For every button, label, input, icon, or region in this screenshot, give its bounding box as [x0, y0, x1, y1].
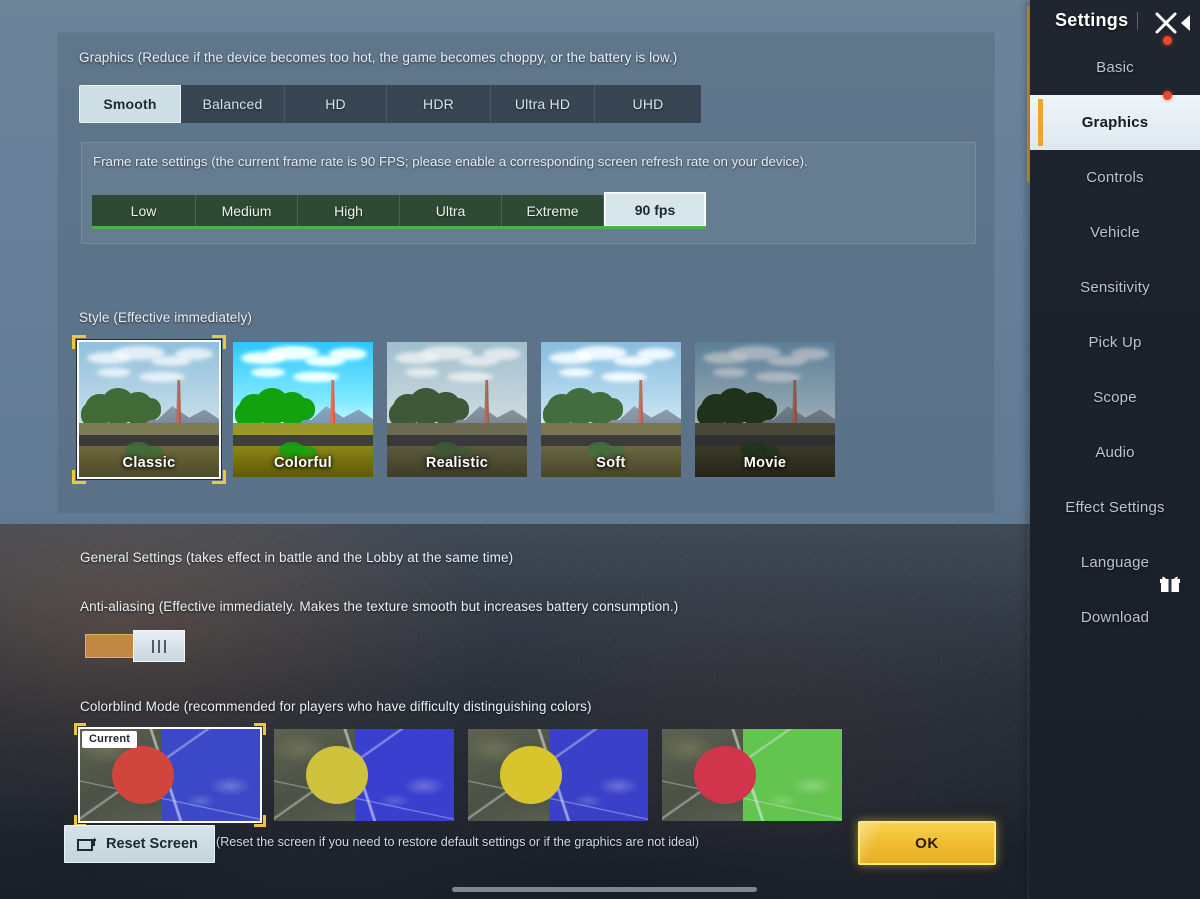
sidebar-item-label: Language	[1080, 554, 1150, 571]
sidebar-item-download[interactable]: Download	[1030, 576, 1200, 645]
quality-option-balanced[interactable]: Balanced	[181, 85, 285, 123]
colorblind-thumbnail[interactable]: Current	[78, 727, 262, 823]
notification-dot-icon	[1163, 36, 1172, 45]
map-zone-circle	[306, 745, 369, 804]
close-x-icon	[1155, 12, 1177, 34]
style-thumbnail[interactable]: Soft	[541, 342, 681, 477]
style-option-colorful[interactable]: Colorful	[233, 342, 373, 477]
style-thumbnail[interactable]: Classic	[77, 340, 221, 479]
style-option-movie[interactable]: Movie	[695, 342, 835, 477]
colorblind-option-3[interactable]	[468, 729, 648, 821]
app-root: Graphics (Reduce if the device becomes t…	[0, 0, 1200, 899]
grip-line-icon	[164, 639, 166, 653]
map-zone-circle	[112, 745, 175, 804]
style-preview-image	[695, 342, 835, 477]
sidebar-item-label: Controls	[1086, 169, 1144, 186]
colorblind-mode-label: Colorblind Mode (recommended for players…	[80, 699, 592, 714]
reset-screen-label: Reset Screen	[106, 836, 198, 852]
sidebar-item-scope[interactable]: Scope	[1030, 370, 1200, 425]
anti-aliasing-toggle[interactable]	[85, 630, 185, 662]
sidebar-item-vehicle[interactable]: Vehicle	[1030, 205, 1200, 260]
colorblind-thumbnail[interactable]	[662, 729, 842, 821]
reset-screen-button[interactable]: Reset Screen	[64, 825, 215, 863]
style-option-realistic[interactable]: Realistic	[387, 342, 527, 477]
reset-screen-icon	[77, 837, 97, 851]
frame-rate-note: Frame rate settings (the current frame r…	[93, 154, 808, 169]
style-thumbnail[interactable]: Movie	[695, 342, 835, 477]
quality-option-hdr[interactable]: HDR	[387, 85, 491, 123]
general-settings-title: General Settings (takes effect in battle…	[80, 550, 514, 565]
sidebar-item-effect-settings[interactable]: Effect Settings	[1030, 480, 1200, 535]
style-thumbnail[interactable]: Realistic	[387, 342, 527, 477]
style-preview-image	[387, 342, 527, 477]
style-thumbnail-row: Classic Colorful Realistic Soft Movie	[72, 335, 835, 484]
anti-aliasing-label: Anti-aliasing (Effective immediately. Ma…	[80, 599, 679, 614]
framerate-option-ultra[interactable]: Ultra	[400, 195, 502, 226]
toggle-knob[interactable]	[133, 630, 185, 662]
colorblind-thumbnail[interactable]	[468, 729, 648, 821]
sidebar-item-label: Audio	[1095, 444, 1135, 461]
reset-screen-note: (Reset the screen if you need to restore…	[216, 835, 700, 849]
sidebar-item-label: Basic	[1096, 59, 1134, 76]
style-preview-image	[541, 342, 681, 477]
style-preview-image	[79, 342, 219, 477]
colorblind-option-2[interactable]	[274, 729, 454, 821]
sidebar-item-label: Sensitivity	[1080, 279, 1150, 296]
current-badge: Current	[82, 731, 138, 748]
horizontal-scroll-indicator[interactable]	[452, 887, 757, 892]
graphics-quality-selector[interactable]: Smooth Balanced HD HDR Ultra HD UHD	[79, 85, 701, 123]
framerate-option-90-fps[interactable]: 90 fps	[604, 192, 706, 226]
frame-rate-panel: Frame rate settings (the current frame r…	[81, 142, 976, 244]
ok-button[interactable]: OK	[858, 821, 996, 865]
sidebar-item-label: Pick Up	[1088, 334, 1142, 351]
close-settings-button[interactable]	[1153, 10, 1192, 36]
notification-dot-icon	[1163, 91, 1172, 100]
graphics-section-label: Graphics (Reduce if the device becomes t…	[79, 50, 678, 65]
sidebar-item-basic[interactable]: Basic	[1030, 36, 1200, 95]
style-preview-image	[233, 342, 373, 477]
sidebar-item-label: Effect Settings	[1065, 499, 1165, 516]
settings-sidebar: Settings Basic Graphics Controls Vehicle Sen…	[1030, 0, 1200, 899]
sidebar-item-label: Graphics	[1081, 114, 1149, 131]
graphics-card: Graphics (Reduce if the device becomes t…	[57, 32, 995, 514]
sidebar-item-label: Scope	[1093, 389, 1137, 406]
sidebar-item-sensitivity[interactable]: Sensitivity	[1030, 260, 1200, 315]
map-zone-circle	[500, 745, 563, 804]
collapse-left-arrow-icon	[1181, 15, 1190, 31]
sidebar-header: Settings	[1030, 0, 1200, 40]
grip-line-icon	[152, 639, 154, 653]
sidebar-item-audio[interactable]: Audio	[1030, 425, 1200, 480]
quality-option-ultra-hd[interactable]: Ultra HD	[491, 85, 595, 123]
sidebar-item-graphics[interactable]: Graphics	[1030, 91, 1200, 150]
grip-line-icon	[158, 639, 160, 653]
colorblind-option-4[interactable]	[662, 729, 842, 821]
gift-icon	[1160, 575, 1180, 593]
sidebar-item-controls[interactable]: Controls	[1030, 150, 1200, 205]
style-option-classic[interactable]: Classic	[72, 335, 226, 484]
quality-option-hd[interactable]: HD	[285, 85, 387, 123]
sidebar-item-label: Download	[1080, 609, 1150, 626]
frame-rate-selector[interactable]: Low Medium High Ultra Extreme 90 fps	[92, 192, 706, 229]
style-thumbnail[interactable]: Colorful	[233, 342, 373, 477]
colorblind-option-1[interactable]: Current	[74, 723, 266, 827]
sidebar-title: Settings	[1055, 10, 1129, 30]
style-section-label: Style (Effective immediately)	[79, 310, 252, 325]
map-zone-circle	[694, 745, 757, 804]
sidebar-item-pick-up[interactable]: Pick Up	[1030, 315, 1200, 370]
settings-content-pane: Graphics (Reduce if the device becomes t…	[0, 0, 1030, 899]
quality-option-uhd[interactable]: UHD	[595, 85, 701, 123]
framerate-option-high[interactable]: High	[298, 195, 400, 226]
framerate-option-extreme[interactable]: Extreme	[502, 195, 604, 226]
header-divider	[1137, 12, 1138, 30]
quality-option-smooth[interactable]: Smooth	[79, 85, 181, 123]
ok-button-label: OK	[915, 834, 939, 852]
sidebar-item-label: Vehicle	[1090, 224, 1140, 241]
style-option-soft[interactable]: Soft	[541, 342, 681, 477]
colorblind-thumbnail[interactable]	[274, 729, 454, 821]
framerate-option-low[interactable]: Low	[92, 195, 196, 226]
colorblind-thumbnail-row: Current	[74, 723, 842, 827]
framerate-option-medium[interactable]: Medium	[196, 195, 298, 226]
sidebar-menu: Basic Graphics Controls Vehicle Sensitivity P…	[1030, 36, 1200, 645]
